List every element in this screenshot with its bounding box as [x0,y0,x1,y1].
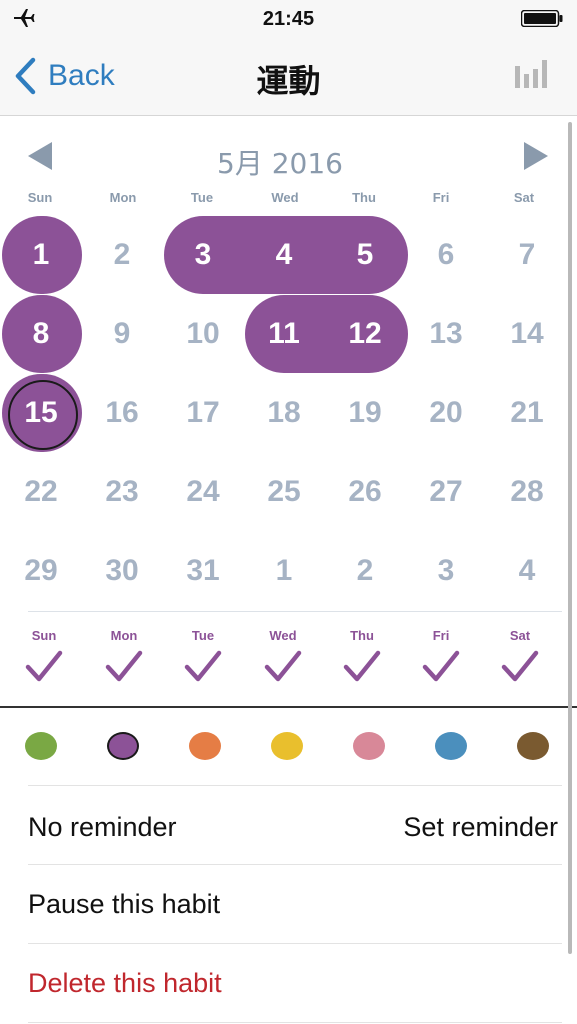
calendar-day[interactable]: 1 [245,532,323,610]
bar-chart-icon[interactable] [515,58,549,88]
calendar-day[interactable]: 8 [2,295,80,373]
weekday-label: Sat [513,190,535,205]
schedule-day-label: Sat [509,628,531,643]
reminder-row[interactable]: No reminder Set reminder [28,797,558,857]
calendar-day[interactable]: 21 [488,374,566,452]
calendar-day[interactable]: 27 [407,453,485,531]
calendar-day[interactable]: 2 [326,532,404,610]
calendar-day[interactable]: 2 [83,216,161,294]
calendar-day[interactable]: 4 [488,532,566,610]
checkmark-icon [501,650,539,682]
schedule-day-wed[interactable]: Wed [248,628,318,683]
calendar-day[interactable]: 16 [83,374,161,452]
weekday-label: Mon [109,190,137,205]
calendar-day[interactable]: 17 [164,374,242,452]
weekday-label: Tue [190,190,214,205]
color-swatch-orange[interactable] [189,732,221,760]
schedule-day-fri[interactable]: Fri [406,628,476,683]
status-time: 21:45 [262,8,315,30]
color-swatch-brown[interactable] [517,732,549,760]
delete-habit-button[interactable]: Delete this habit [28,953,558,1013]
color-swatch-pink[interactable] [353,732,385,760]
navigation-bar: Back 運動 [0,36,577,116]
calendar-day[interactable]: 22 [2,453,80,531]
weekday-label: Wed [271,190,299,205]
schedule-row: Sun Mon Tue Wed Thu Fri Sat [0,628,565,698]
month-header: 5月 2016 [0,128,560,188]
calendar-day[interactable]: 24 [164,453,242,531]
schedule-day-thu[interactable]: Thu [327,628,397,683]
calendar-day[interactable]: 3 [407,532,485,610]
schedule-day-label: Fri [432,628,450,643]
divider [28,864,562,865]
weekday-header-row: Sun Mon Tue Wed Thu Fri Sat [0,190,565,210]
set-reminder-button[interactable]: Set reminder [403,812,558,843]
schedule-day-label: Tue [191,628,215,643]
calendar-day[interactable]: 14 [488,295,566,373]
checkmark-icon [184,650,222,682]
schedule-day-mon[interactable]: Mon [89,628,159,683]
schedule-day-sun[interactable]: Sun [9,628,79,683]
schedule-day-label: Mon [110,628,138,643]
pause-habit-button[interactable]: Pause this habit [28,874,558,934]
divider [28,785,562,786]
calendar-day[interactable]: 4 [245,216,323,294]
color-swatch-purple-selected[interactable] [107,732,139,760]
next-month-arrow-icon[interactable] [522,140,550,172]
calendar-day[interactable]: 1 [2,216,80,294]
divider [28,611,562,612]
schedule-day-label: Wed [269,628,297,643]
month-label: 5月 2016 [217,147,343,180]
page-title: 運動 [256,62,321,100]
calendar-day[interactable]: 26 [326,453,404,531]
schedule-day-label: Sun [31,628,57,643]
pause-habit-label: Pause this habit [28,888,221,919]
calendar-day[interactable]: 7 [488,216,566,294]
battery-icon [521,10,563,27]
schedule-day-sat[interactable]: Sat [485,628,555,683]
scrollbar[interactable] [568,122,572,954]
delete-habit-label: Delete this habit [28,967,222,998]
calendar-day-today[interactable]: 15 [2,374,80,452]
schedule-day-tue[interactable]: Tue [168,628,238,683]
calendar-day[interactable]: 13 [407,295,485,373]
calendar-day[interactable]: 31 [164,532,242,610]
calendar-day[interactable]: 3 [164,216,242,294]
checkmark-icon [25,650,63,682]
color-swatch-green[interactable] [25,732,57,760]
checkmark-icon [343,650,381,682]
calendar-day[interactable]: 29 [2,532,80,610]
calendar-day[interactable]: 30 [83,532,161,610]
weekday-label: Sun [27,190,53,205]
calendar-day[interactable]: 18 [245,374,323,452]
calendar-day[interactable]: 6 [407,216,485,294]
reminder-status: No reminder [28,811,177,842]
calendar-day[interactable]: 11 [245,295,323,373]
color-swatch-yellow[interactable] [271,732,303,760]
schedule-day-label: Thu [350,628,374,643]
calendar-day[interactable]: 10 [164,295,242,373]
weekday-label: Thu [352,190,376,205]
color-picker [0,726,565,770]
calendar-day[interactable]: 20 [407,374,485,452]
status-bar: 21:45 [0,0,577,36]
checkmark-icon [422,650,460,682]
calendar-day[interactable]: 19 [326,374,404,452]
divider [28,943,562,944]
calendar-day[interactable]: 23 [83,453,161,531]
calendar-day[interactable]: 12 [326,295,404,373]
weekday-label: Fri [432,190,450,205]
checkmark-icon [264,650,302,682]
checkmark-icon [105,650,143,682]
calendar-day[interactable]: 28 [488,453,566,531]
divider [28,1022,562,1023]
calendar-day[interactable]: 9 [83,295,161,373]
calendar-day[interactable]: 5 [326,216,404,294]
color-swatch-blue[interactable] [435,732,467,760]
section-divider [0,706,577,708]
calendar-day[interactable]: 25 [245,453,323,531]
calendar-grid: 1 2 3 4 5 6 7 8 9 10 11 12 13 14 15 16 1… [0,216,565,616]
